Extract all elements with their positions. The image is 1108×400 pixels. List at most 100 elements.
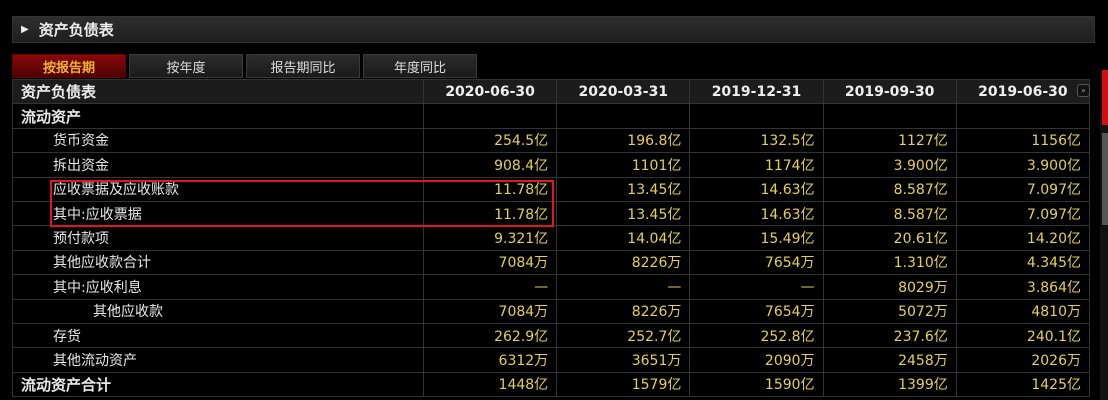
value-cell: 3.864亿 <box>955 274 1091 300</box>
row-label: 预付款项 <box>12 225 424 251</box>
value-cell: 14.63亿 <box>689 200 824 227</box>
value-cell: 2458万 <box>822 347 957 373</box>
value-cell: 20.61亿 <box>822 225 957 251</box>
value-cell: — <box>422 274 558 300</box>
value-cell: 13.45亿 <box>556 176 691 202</box>
table-row[interactable]: 流动资产 <box>12 103 1091 129</box>
value-cell: 14.04亿 <box>556 225 691 251</box>
table-row[interactable]: 其中:应收票据 11.78亿 13.45亿 14.63亿 8.587亿 7.097亿 <box>12 200 1091 227</box>
value-cell: 7.097亿 <box>955 176 1091 202</box>
value-cell: 8.587亿 <box>822 200 957 227</box>
value-cell: 1174亿 <box>689 152 824 178</box>
tab-bar: 按报告期 按年度 报告期同比 年度同比 <box>12 54 477 78</box>
value-cell: 7084万 <box>422 249 558 276</box>
value-cell: 5072万 <box>822 298 957 324</box>
tab-by-year[interactable]: 按年度 <box>129 54 243 78</box>
table-row[interactable]: 其他应收款合计 7084万 8226万 7654万 1.310亿 4.345亿 <box>12 249 1091 276</box>
vertical-scrollbar[interactable] <box>1100 70 1108 400</box>
value-cell <box>556 103 691 129</box>
table-row[interactable]: 存货 262.9亿 252.7亿 252.8亿 237.6亿 240.1亿 <box>12 322 1091 349</box>
value-cell <box>422 103 558 129</box>
value-cell: 237.6亿 <box>822 322 957 349</box>
value-cell: 3651万 <box>556 347 691 373</box>
value-cell: 132.5亿 <box>689 127 824 154</box>
row-label: 流动资产 <box>12 103 424 129</box>
balance-sheet-table: 资产负债表 2020-06-30 2020-03-31 2019-12-31 2… <box>12 78 1091 398</box>
table-row[interactable]: 拆出资金 908.4亿 1101亿 1174亿 3.900亿 3.900亿 <box>12 152 1091 178</box>
row-label: 货币资金 <box>12 127 424 154</box>
date-column-header[interactable]: 2020-03-31 <box>556 78 691 105</box>
value-cell: 14.63亿 <box>689 176 824 202</box>
value-cell: 1579亿 <box>556 371 691 398</box>
row-label: 拆出资金 <box>12 152 424 178</box>
row-label: 应收票据及应收账款 <box>12 176 424 202</box>
value-cell: 7654万 <box>689 298 824 324</box>
value-cell: 11.78亿 <box>422 176 558 202</box>
value-cell: 2090万 <box>689 347 824 373</box>
table-row[interactable]: 应收票据及应收账款 11.78亿 13.45亿 14.63亿 8.587亿 7.097亿 <box>12 176 1091 202</box>
value-cell: 3.900亿 <box>955 152 1091 178</box>
section-title: 资产负债表 <box>38 21 114 39</box>
value-cell: 7.097亿 <box>955 200 1091 227</box>
row-label: 其他应收款 <box>12 298 424 324</box>
value-cell: 4810万 <box>955 298 1091 324</box>
date-column-header[interactable]: 2020-06-30 <box>422 78 558 105</box>
value-cell: 8029万 <box>822 274 957 300</box>
scrollbar-thumb[interactable] <box>1102 133 1108 225</box>
value-cell: 1425亿 <box>955 371 1091 398</box>
value-cell: 262.9亿 <box>422 322 558 349</box>
table-row[interactable]: 其中:应收利息 — — —8029万 3.864亿 <box>12 274 1091 300</box>
value-cell <box>689 103 824 129</box>
value-cell: 240.1亿 <box>955 322 1091 349</box>
value-cell: 4.345亿 <box>955 249 1091 276</box>
date-column-header[interactable]: 2019-06-30 <box>955 78 1091 105</box>
value-cell: 3.900亿 <box>822 152 957 178</box>
header-label: 资产负债表 <box>12 78 424 105</box>
value-cell: 254.5亿 <box>422 127 558 154</box>
table-row[interactable]: 其他流动资产 6312万 3651万 2090万 2458万 2026万 <box>12 347 1091 373</box>
value-cell: 7084万 <box>422 298 558 324</box>
value-cell: 1448亿 <box>422 371 558 398</box>
tab-by-report-period[interactable]: 按报告期 <box>12 54 126 78</box>
value-cell: 13.45亿 <box>556 200 691 227</box>
value-cell: 1399亿 <box>822 371 957 398</box>
value-cell: 1101亿 <box>556 152 691 178</box>
value-cell: 8226万 <box>556 249 691 276</box>
date-column-header[interactable]: 2019-09-30 <box>822 78 957 105</box>
value-cell: 6312万 <box>422 347 558 373</box>
row-label: 其中:应收利息 <box>12 274 424 300</box>
value-cell: 2026万 <box>955 347 1091 373</box>
value-cell: 908.4亿 <box>422 152 558 178</box>
collapse-arrow-icon[interactable]: ▶ <box>21 24 29 35</box>
value-cell <box>822 103 957 129</box>
value-cell <box>955 103 1091 129</box>
table-row[interactable]: 预付款项 9.321亿 14.04亿 15.49亿 20.61亿 14.20亿 <box>12 225 1091 251</box>
row-label: 其他应收款合计 <box>12 249 424 276</box>
value-cell: 15.49亿 <box>689 225 824 251</box>
tab-report-period-yoy[interactable]: 报告期同比 <box>246 54 360 78</box>
value-cell: 7654万 <box>689 249 824 276</box>
value-cell: 196.8亿 <box>556 127 691 154</box>
date-column-header[interactable]: 2019-12-31 <box>689 78 824 105</box>
value-cell: — <box>689 274 824 300</box>
value-cell: 1.310亿 <box>822 249 957 276</box>
value-cell: 252.7亿 <box>556 322 691 349</box>
value-cell: 252.8亿 <box>689 322 824 349</box>
value-cell: 11.78亿 <box>422 200 558 227</box>
value-cell: 8.587亿 <box>822 176 957 202</box>
row-label: 其他流动资产 <box>12 347 424 373</box>
value-cell: — <box>556 274 691 300</box>
table-header-row: 资产负债表 2020-06-30 2020-03-31 2019-12-31 2… <box>12 78 1091 105</box>
value-cell: 1127亿 <box>822 127 957 154</box>
value-cell: 9.321亿 <box>422 225 558 251</box>
scroll-indicator <box>1102 70 1108 125</box>
value-cell: 8226万 <box>556 298 691 324</box>
value-cell: 1156亿 <box>955 127 1091 154</box>
section-title-bar[interactable]: ▶ 资产负债表 <box>12 16 1095 43</box>
tab-annual-yoy[interactable]: 年度同比 <box>363 54 477 78</box>
expand-columns-icon[interactable]: » <box>1077 84 1090 97</box>
table-row[interactable]: 其他应收款 7084万 8226万 7654万 5072万 4810万 <box>12 298 1091 324</box>
table-row[interactable]: 流动资产合计 1448亿 1579亿 1590亿 1399亿 1425亿 <box>12 371 1091 398</box>
table-row[interactable]: 货币资金 254.5亿 196.8亿 132.5亿 1127亿 1156亿 <box>12 127 1091 154</box>
row-label: 存货 <box>12 322 424 349</box>
